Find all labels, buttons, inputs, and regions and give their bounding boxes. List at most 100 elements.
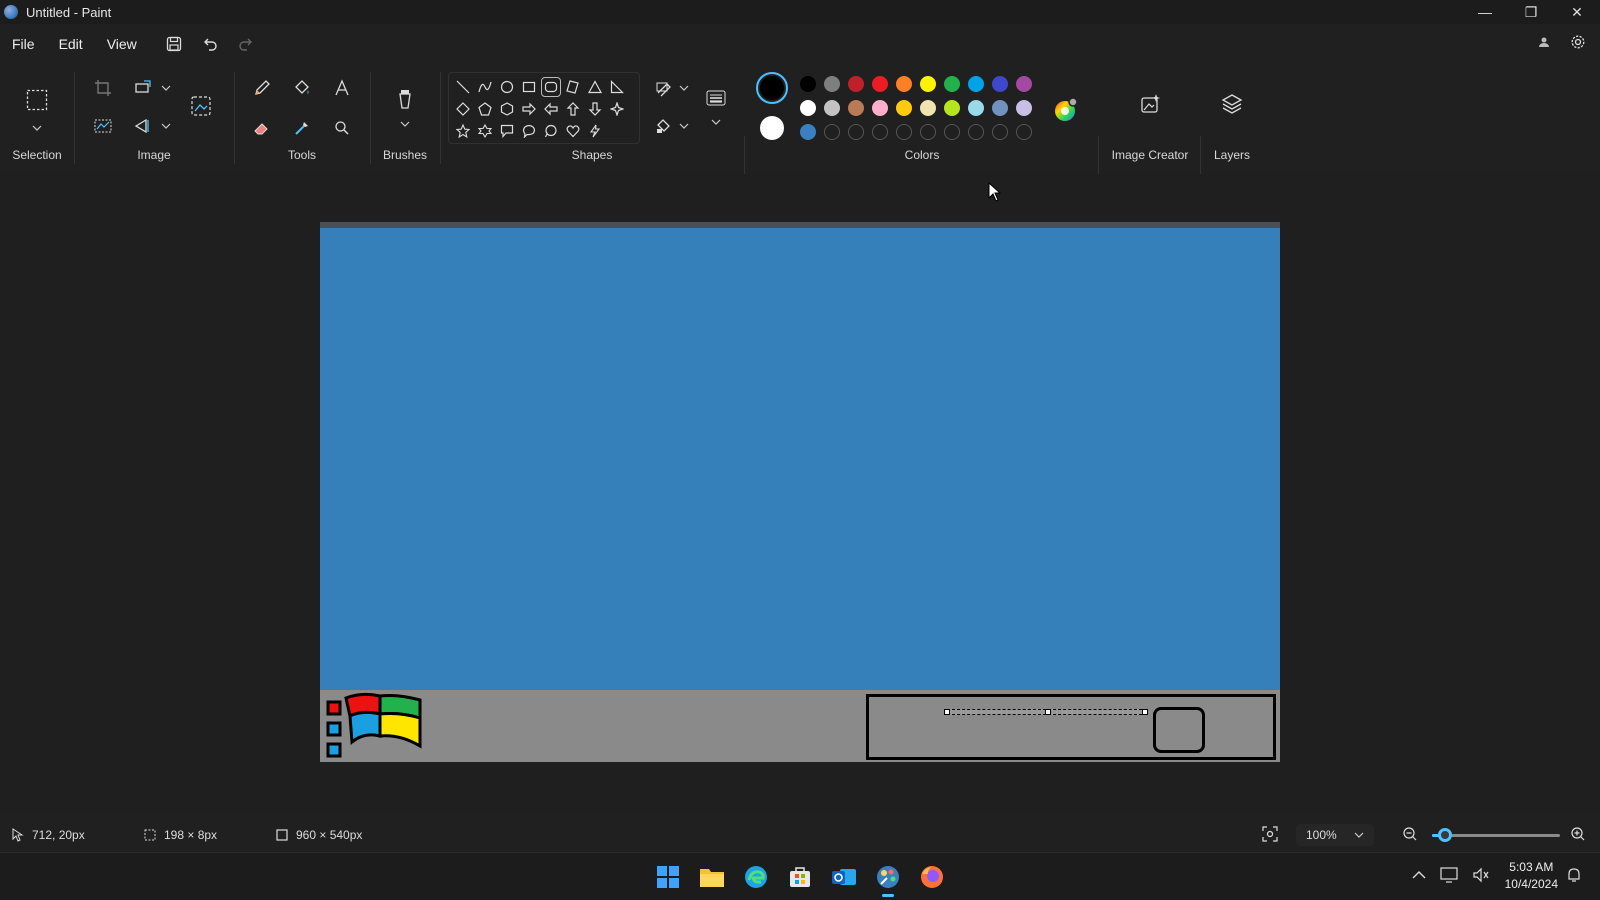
outlook-icon[interactable] bbox=[828, 861, 860, 893]
pencil-icon[interactable] bbox=[250, 76, 274, 100]
color-swatch[interactable] bbox=[896, 76, 912, 92]
notification-bell-icon[interactable] bbox=[1562, 863, 1586, 887]
rounded-rectangle-shape-icon[interactable] bbox=[541, 77, 561, 97]
line-shape-icon[interactable] bbox=[453, 77, 473, 97]
color-swatch[interactable] bbox=[896, 100, 912, 116]
color-swatch[interactable] bbox=[800, 124, 816, 140]
rectangle-select-icon[interactable] bbox=[25, 88, 49, 112]
crop-icon[interactable] bbox=[91, 76, 115, 100]
microsoft-store-icon[interactable] bbox=[784, 861, 816, 893]
custom-color-slot[interactable] bbox=[848, 124, 864, 140]
zoom-slider-thumb[interactable] bbox=[1437, 828, 1452, 842]
color-swatch[interactable] bbox=[968, 76, 984, 92]
custom-color-slot[interactable] bbox=[824, 124, 840, 140]
color-swatch[interactable] bbox=[992, 76, 1008, 92]
custom-color-slot[interactable] bbox=[944, 124, 960, 140]
settings-gear-icon[interactable] bbox=[1570, 34, 1586, 55]
menu-view[interactable]: View bbox=[95, 36, 149, 52]
fit-to-window-icon[interactable] bbox=[1262, 826, 1278, 842]
triangle-shape-icon[interactable] bbox=[585, 77, 605, 97]
color-swatch[interactable] bbox=[920, 76, 936, 92]
maximize-button[interactable]: ❐ bbox=[1508, 0, 1554, 24]
color-swatch[interactable] bbox=[992, 100, 1008, 116]
primary-color-selector[interactable] bbox=[756, 72, 788, 104]
paint-taskbar-icon[interactable] bbox=[872, 861, 904, 897]
color-swatch[interactable] bbox=[872, 100, 888, 116]
up-arrow-shape-icon[interactable] bbox=[563, 99, 583, 119]
color-swatch[interactable] bbox=[800, 100, 816, 116]
file-explorer-icon[interactable] bbox=[696, 861, 728, 893]
eraser-icon[interactable] bbox=[250, 116, 274, 140]
color-swatch[interactable] bbox=[872, 76, 888, 92]
color-swatch[interactable] bbox=[920, 100, 936, 116]
redo-icon[interactable] bbox=[235, 33, 257, 55]
rectangle-shape-icon[interactable] bbox=[519, 77, 539, 97]
heart-shape-icon[interactable] bbox=[563, 121, 583, 141]
selection-marquee[interactable] bbox=[944, 709, 1148, 715]
right-triangle-shape-icon[interactable] bbox=[607, 77, 627, 97]
resize-chevron-down-icon[interactable] bbox=[154, 76, 178, 100]
text-icon[interactable] bbox=[330, 76, 354, 100]
flip-chevron-down-icon[interactable] bbox=[154, 114, 178, 138]
oval-callout-shape-icon[interactable] bbox=[519, 121, 539, 141]
custom-color-slot[interactable] bbox=[920, 124, 936, 140]
image-creator-icon[interactable] bbox=[1138, 92, 1162, 116]
custom-color-slot[interactable] bbox=[968, 124, 984, 140]
display-icon[interactable] bbox=[1440, 867, 1458, 888]
fill-bucket-icon[interactable] bbox=[290, 76, 314, 100]
menu-edit[interactable]: Edit bbox=[47, 36, 95, 52]
menu-file[interactable]: File bbox=[0, 36, 47, 52]
taskbar-clock[interactable]: 5:03 AM 10/4/2024 bbox=[1505, 859, 1558, 893]
close-button[interactable]: ✕ bbox=[1554, 0, 1600, 24]
lightning-shape-icon[interactable] bbox=[585, 121, 605, 141]
fill-chevron-down-icon[interactable] bbox=[672, 114, 696, 138]
color-swatch[interactable] bbox=[800, 76, 816, 92]
left-arrow-shape-icon[interactable] bbox=[541, 99, 561, 119]
oval-shape-icon[interactable] bbox=[497, 77, 517, 97]
color-picker-icon[interactable] bbox=[290, 116, 314, 140]
right-arrow-shape-icon[interactable] bbox=[519, 99, 539, 119]
image-background-icon[interactable] bbox=[189, 94, 213, 118]
firefox-icon[interactable] bbox=[916, 861, 948, 893]
stroke-chevron-down-icon[interactable] bbox=[704, 110, 728, 134]
color-swatch[interactable] bbox=[944, 76, 960, 92]
color-swatch[interactable] bbox=[968, 100, 984, 116]
color-swatch[interactable] bbox=[1016, 100, 1032, 116]
selection-chevron-down-icon[interactable] bbox=[25, 116, 49, 140]
edit-colors-icon[interactable] bbox=[1052, 96, 1080, 124]
stroke-size-icon[interactable] bbox=[704, 86, 728, 110]
network-volume-icon[interactable] bbox=[1472, 867, 1490, 888]
color-swatch[interactable] bbox=[944, 100, 960, 116]
pentagon-shape-icon[interactable] bbox=[475, 99, 495, 119]
zoom-slider[interactable] bbox=[1432, 828, 1560, 842]
flip-rotate-icon[interactable] bbox=[131, 114, 155, 138]
save-icon[interactable] bbox=[163, 33, 185, 55]
color-swatch[interactable] bbox=[848, 100, 864, 116]
outline-chevron-down-icon[interactable] bbox=[672, 76, 696, 100]
edge-browser-icon[interactable] bbox=[740, 861, 772, 893]
brush-icon[interactable] bbox=[393, 88, 417, 112]
color-swatch[interactable] bbox=[848, 76, 864, 92]
show-hidden-icons-chevron-up-icon[interactable] bbox=[1412, 867, 1426, 888]
custom-color-slot[interactable] bbox=[992, 124, 1008, 140]
drawing-canvas[interactable] bbox=[320, 222, 1280, 762]
minimize-button[interactable]: — bbox=[1462, 0, 1508, 24]
brushes-chevron-down-icon[interactable] bbox=[393, 112, 417, 136]
account-icon[interactable] bbox=[1538, 35, 1550, 53]
magnifier-icon[interactable] bbox=[330, 116, 354, 140]
selection-handle[interactable] bbox=[1142, 709, 1148, 715]
six-point-star-shape-icon[interactable] bbox=[475, 121, 495, 141]
zoom-out-icon[interactable] bbox=[1402, 826, 1418, 842]
down-arrow-shape-icon[interactable] bbox=[585, 99, 605, 119]
image-creator-group[interactable]: Image Creator bbox=[1102, 64, 1198, 172]
secondary-color-selector[interactable] bbox=[760, 116, 784, 140]
color-swatch[interactable] bbox=[824, 100, 840, 116]
hexagon-shape-icon[interactable] bbox=[497, 99, 517, 119]
layers-group[interactable]: Layers bbox=[1202, 64, 1262, 172]
curve-shape-icon[interactable] bbox=[475, 77, 495, 97]
diamond-shape-icon[interactable] bbox=[453, 99, 473, 119]
cloud-callout-shape-icon[interactable] bbox=[541, 121, 561, 141]
five-point-star-shape-icon[interactable] bbox=[453, 121, 473, 141]
custom-color-slot[interactable] bbox=[872, 124, 888, 140]
start-windows-icon[interactable] bbox=[652, 861, 684, 893]
